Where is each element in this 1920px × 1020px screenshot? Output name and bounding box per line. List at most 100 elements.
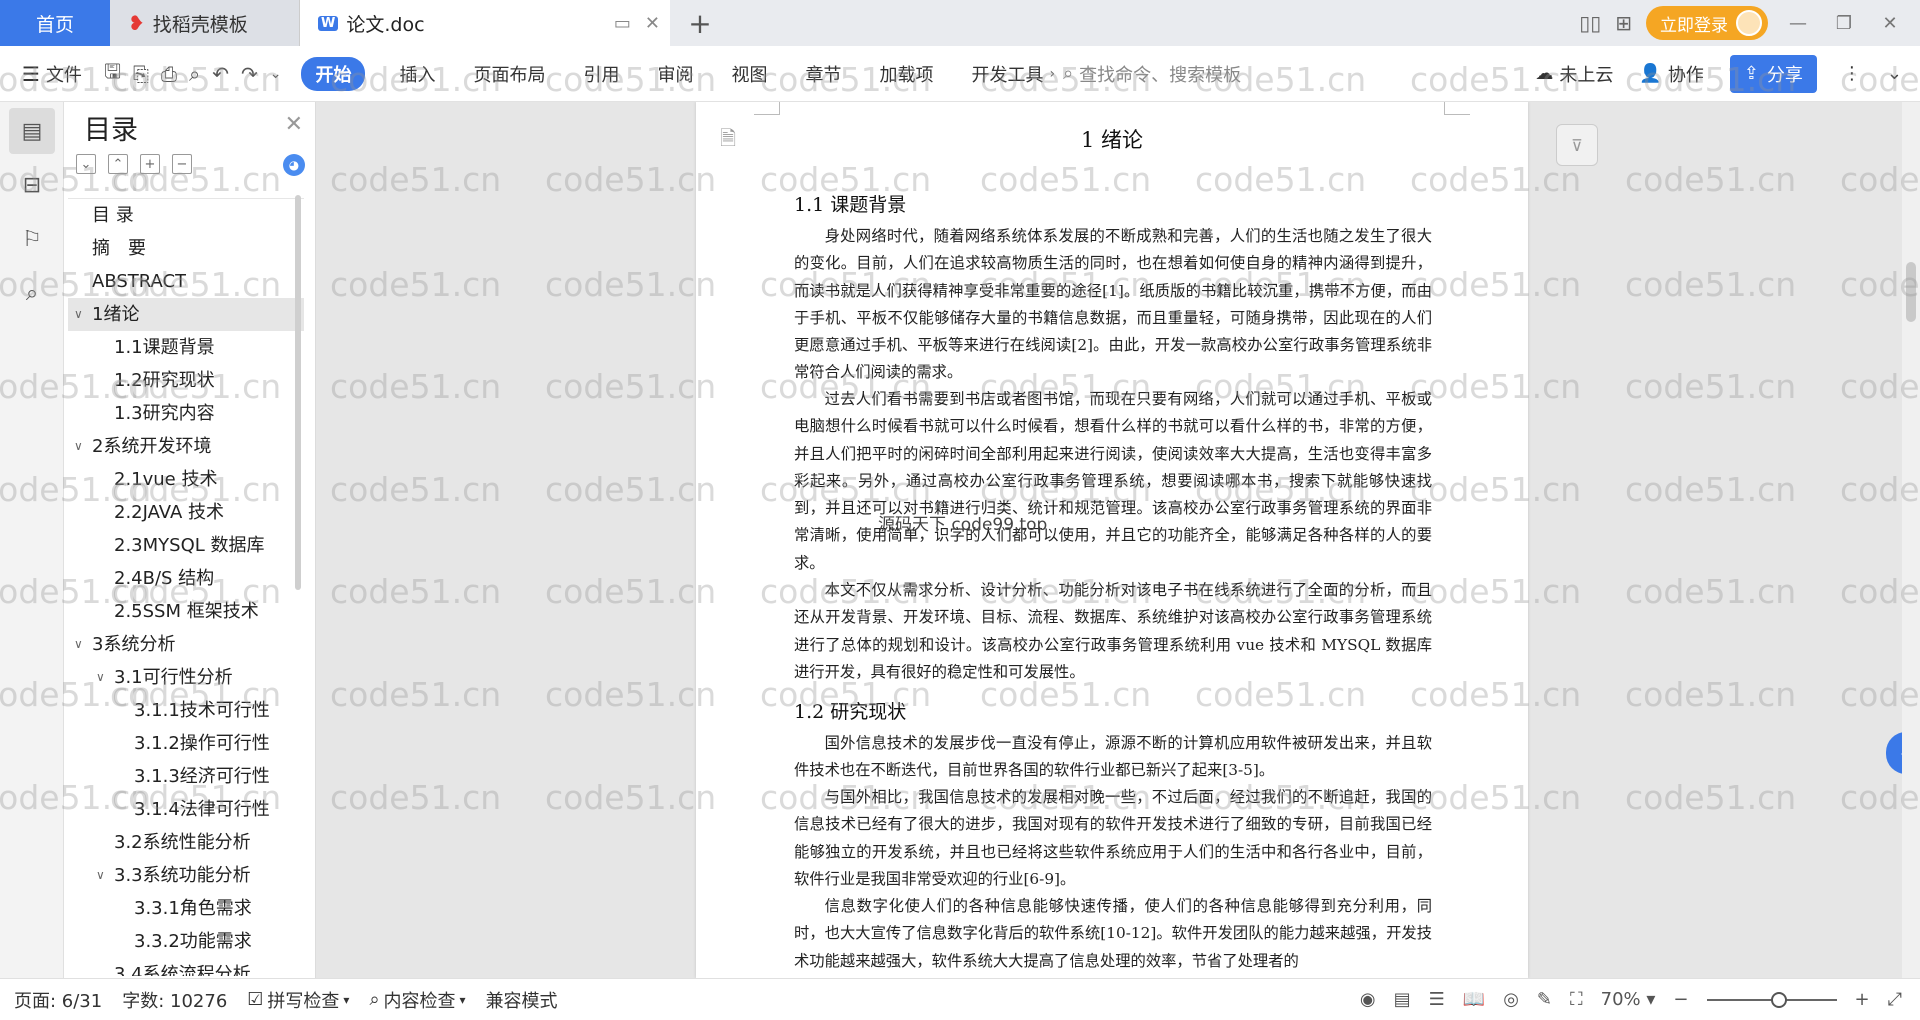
toc-item[interactable]: 3.3.2功能需求 — [68, 925, 304, 958]
tab-references[interactable]: 引用 — [583, 61, 619, 87]
print-preview-icon[interactable]: ⌕ — [189, 62, 200, 86]
tab-chapter[interactable]: 章节 — [805, 61, 841, 87]
more-icon[interactable]: ⋮ — [1843, 63, 1861, 84]
zoom-slider-knob[interactable] — [1770, 991, 1787, 1008]
zoom-in-icon[interactable]: + — [1855, 989, 1870, 1010]
page-view-icon[interactable]: ▤ — [1394, 989, 1411, 1010]
toc-item[interactable]: 摘 要 — [68, 232, 304, 265]
chevron-left-icon[interactable]: ‹ — [1886, 732, 1902, 774]
page-indicator[interactable]: 页面: 6/31 — [14, 987, 102, 1013]
eye-protection-icon[interactable]: ◉ — [1360, 989, 1376, 1010]
minimize-icon[interactable]: — — [1782, 13, 1814, 34]
login-button[interactable]: 立即登录 — [1646, 6, 1768, 40]
toc-item[interactable]: ∨ 3.3系统功能分析 — [68, 859, 304, 892]
tab-document[interactable]: W 论文.doc ▭ ✕ — [300, 0, 670, 46]
tab-home[interactable]: 首页 — [0, 0, 110, 46]
ai-assistant-icon[interactable]: ◕ — [283, 154, 305, 176]
file-menu[interactable]: ☰ 文件 — [22, 61, 82, 87]
tab-insert[interactable]: 插入 — [399, 61, 435, 87]
zoom-out-icon[interactable]: − — [1673, 989, 1688, 1010]
tab-view[interactable]: 视图 — [731, 61, 767, 87]
document-page[interactable]: 🗎 1 绪论 1.1 课题背景 身处网络时代，随着网络系统体系发展的不断成熟和完… — [696, 102, 1528, 978]
toc-item[interactable]: ∨ 1绪论 — [68, 298, 304, 331]
chevron-down-icon[interactable]: ⌄ — [270, 66, 282, 82]
share-button[interactable]: ⇪ 分享 — [1729, 54, 1817, 93]
zoom-slider[interactable] — [1706, 991, 1837, 1008]
toc-scrollbar[interactable] — [295, 195, 301, 590]
toc-item[interactable]: 3.1.4法律可行性 — [68, 793, 304, 826]
tab-addins[interactable]: 加载项 — [879, 61, 933, 87]
new-tab-button[interactable]: + — [670, 0, 730, 46]
add-heading-icon[interactable]: + — [140, 154, 160, 174]
reading-view-icon[interactable]: 📖 — [1463, 989, 1485, 1010]
pen-icon[interactable]: ✎ — [1537, 989, 1552, 1010]
toc-item[interactable]: 3.1.2操作可行性 — [68, 727, 304, 760]
bookmark-icon[interactable]: ⚐ — [9, 216, 55, 262]
apps-grid-icon[interactable]: ⊞ — [1615, 11, 1632, 35]
word-count[interactable]: 字数: 10276 — [122, 987, 227, 1013]
search-icon[interactable]: ⌕ — [9, 270, 55, 316]
toc-item[interactable]: 2.4B/S 结构 — [68, 562, 304, 595]
collapse-all-icon[interactable]: ⌄ — [76, 154, 96, 174]
fullscreen-icon[interactable]: ⤢ — [1888, 989, 1902, 1010]
toc-item[interactable]: 3.1.3经济可行性 — [68, 760, 304, 793]
toc-item[interactable]: 3.4系统流程分析 — [68, 958, 304, 976]
toc-item[interactable]: ∨ 3系统分析 — [68, 628, 304, 661]
vertical-scrollbar[interactable] — [1902, 102, 1920, 978]
command-search[interactable]: ⌕ 查找命令、搜索模板 — [1063, 61, 1241, 87]
close-icon[interactable]: ✕ — [285, 112, 303, 137]
toc-item[interactable]: 目 录 — [68, 199, 304, 232]
toc-item[interactable]: 3.1.1技术可行性 — [68, 694, 304, 727]
screen-icon[interactable]: ▭ — [614, 13, 631, 34]
chevron-down-icon[interactable]: ∨ — [74, 430, 83, 463]
toc-item[interactable]: ∨ 2系统开发环境 — [68, 430, 304, 463]
fit-page-icon[interactable]: ⛶ — [1570, 989, 1583, 1010]
toc-item[interactable]: 1.2研究现状 — [68, 364, 304, 397]
toc-item[interactable]: 1.3研究内容 — [68, 397, 304, 430]
scroll-thumb[interactable] — [1906, 262, 1916, 322]
toc-item[interactable]: 2.5SSM 框架技术 — [68, 595, 304, 628]
save-icon[interactable]: 🖫 — [104, 57, 121, 91]
cloud-status[interactable]: ☁ 未上云 — [1535, 61, 1613, 87]
collab-button[interactable]: 👤 协作 — [1639, 61, 1703, 87]
chevron-down-icon[interactable]: ⌄ — [1887, 63, 1902, 84]
web-view-icon[interactable]: ◎ — [1503, 989, 1519, 1010]
chevron-right-icon[interactable]: › — [1049, 66, 1055, 82]
filter-icon[interactable]: ⊽ — [1556, 124, 1598, 166]
toc-item[interactable]: 1.1课题背景 — [68, 331, 304, 364]
tab-developer[interactable]: 开发工具 — [971, 61, 1043, 87]
toc-item[interactable]: 3.2系统性能分析 — [68, 826, 304, 859]
toc-item[interactable]: 2.1vue 技术 — [68, 463, 304, 496]
toc-item[interactable]: ∨ 3.1可行性分析 — [68, 661, 304, 694]
layout-icon[interactable]: ▯▯ — [1579, 11, 1601, 35]
redo-icon[interactable]: ↷ — [241, 62, 258, 86]
window-close-icon[interactable]: ✕ — [1874, 13, 1906, 34]
spell-check-button[interactable]: ☑ 拼写检查 ▾ — [247, 987, 349, 1013]
chevron-down-icon[interactable]: ∨ — [74, 298, 83, 331]
toc-item[interactable]: 2.2JAVA 技术 — [68, 496, 304, 529]
print-icon[interactable]: ⎙ — [161, 62, 177, 86]
chevron-down-icon[interactable]: ∨ — [74, 628, 83, 661]
expand-all-icon[interactable]: ⌃ — [108, 154, 128, 174]
toc-item[interactable]: ABSTRACT — [68, 265, 304, 298]
toc-item[interactable]: 3.3.1角色需求 — [68, 892, 304, 925]
export-icon[interactable]: ⎘ — [133, 62, 149, 86]
chapter-nav-icon[interactable]: ⊟ — [9, 162, 55, 208]
chevron-down-icon[interactable]: ∨ — [96, 661, 105, 694]
remove-heading-icon[interactable]: − — [172, 154, 192, 174]
outline-icon[interactable]: ▤ — [9, 108, 55, 154]
tab-start[interactable]: 开始 — [301, 56, 366, 91]
outline-view-icon[interactable]: ☰ — [1429, 989, 1445, 1010]
tab-review[interactable]: 审阅 — [657, 61, 693, 87]
undo-icon[interactable]: ↶ — [212, 62, 229, 86]
close-tab-icon[interactable]: ✕ — [645, 13, 660, 34]
tab-page-layout[interactable]: 页面布局 — [473, 61, 545, 87]
zoom-level[interactable]: 70% ▾ — [1601, 989, 1656, 1010]
toc-item[interactable]: 2.3MYSQL 数据库 — [68, 529, 304, 562]
chevron-down-icon[interactable]: ∨ — [96, 859, 105, 892]
tab-templates[interactable]: ❥ 找稻壳模板 — [110, 0, 300, 46]
search-icon: ⌕ — [1063, 63, 1074, 84]
toc-item-label: 目 录 — [92, 205, 134, 226]
content-check-button[interactable]: ⌕ 内容检查 ▾ — [369, 987, 465, 1013]
restore-icon[interactable]: ❐ — [1828, 13, 1860, 34]
